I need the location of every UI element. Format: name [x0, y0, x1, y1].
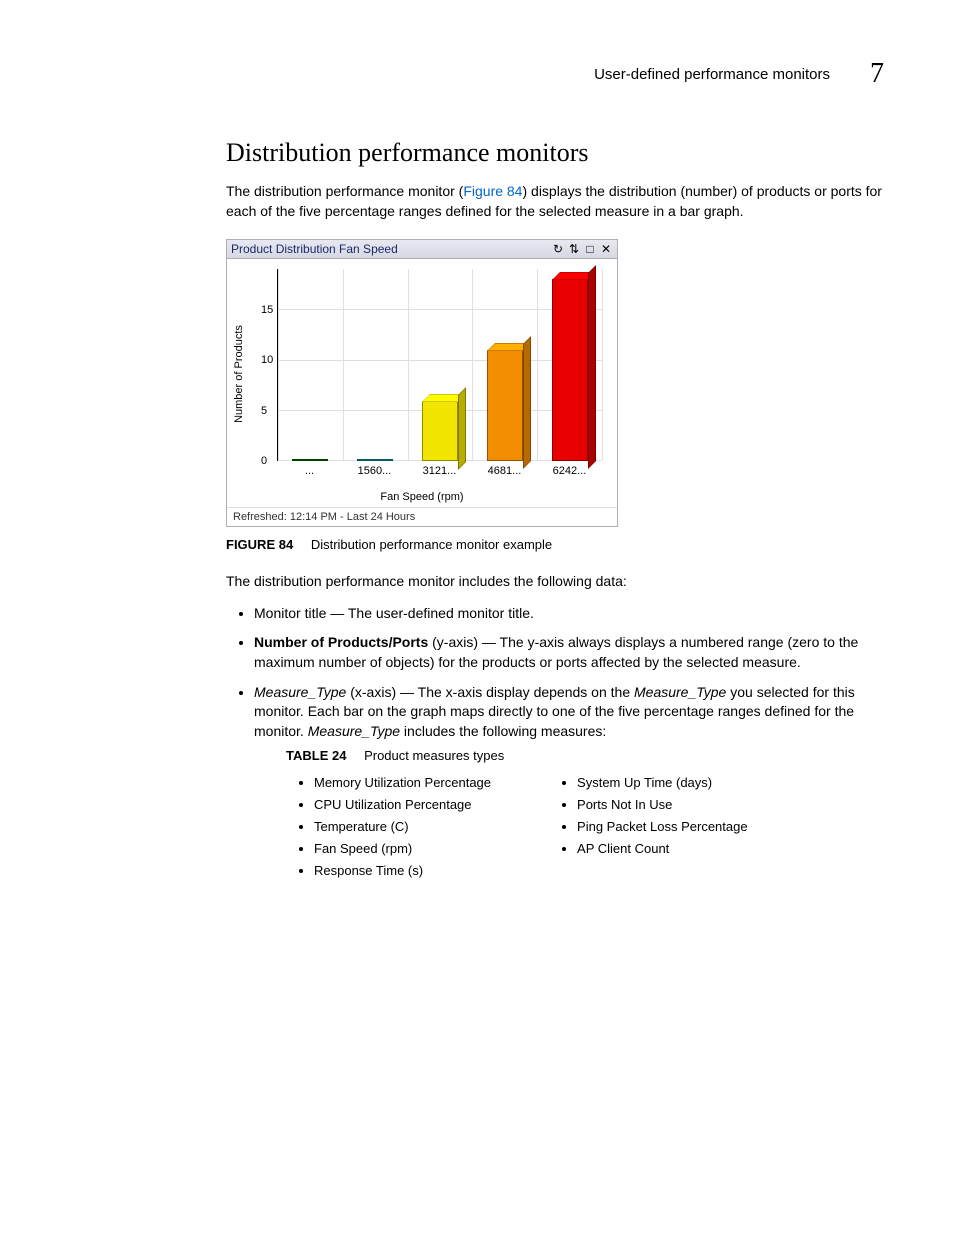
chart-ytick: 15 [261, 304, 273, 316]
list-item: Measure_Type (x-axis) — The x-axis displ… [254, 683, 884, 885]
measures-table: Memory Utilization Percentage CPU Utiliza… [288, 774, 884, 885]
chart-plot-area: Number of Products 0 5 10 15 ... 1560... 3121… [227, 259, 617, 489]
chart-ytick: 0 [261, 455, 267, 467]
updown-arrows-icon[interactable]: ⇅ [567, 242, 581, 256]
page-header: User-defined performance monitors 7 [70, 60, 884, 88]
measure-item: Ping Packet Loss Percentage [577, 818, 748, 836]
list-bold: Number of Products/Ports [254, 634, 428, 650]
table-caption-label: TABLE 24 [286, 748, 346, 763]
widget-title-text: Product Distribution Fan Speed [231, 242, 398, 256]
maximize-icon[interactable]: □ [583, 242, 597, 256]
chart-xtick: 1560... [358, 465, 392, 477]
chapter-number: 7 [870, 60, 884, 88]
widget-titlebar: Product Distribution Fan Speed ↻ ⇅ □ ✕ [227, 240, 617, 259]
measure-item: System Up Time (days) [577, 774, 748, 792]
measure-item: CPU Utilization Percentage [314, 796, 491, 814]
section-title: Distribution performance monitors [226, 138, 884, 168]
chart-ytick: 5 [261, 405, 267, 417]
list-text: includes the following measures: [400, 723, 606, 739]
chart-xtick: 3121... [423, 465, 457, 477]
list-italic: Measure_Type [254, 684, 346, 700]
chart-xtick: 6242... [553, 465, 587, 477]
table-caption: TABLE 24 Product measures types [286, 747, 884, 765]
chart-bar [487, 343, 523, 461]
figure-caption-label: FIGURE 84 [226, 537, 293, 552]
figure-84: Product Distribution Fan Speed ↻ ⇅ □ ✕ N… [226, 239, 884, 552]
measure-item: AP Client Count [577, 840, 748, 858]
chart-xtick: 4681... [488, 465, 522, 477]
measures-right-col: System Up Time (days) Ports Not In Use Pin… [551, 774, 748, 885]
chart-ytick: 10 [261, 354, 273, 366]
chart-xlabel: Fan Speed (rpm) [227, 491, 617, 503]
chart-bar [552, 272, 588, 461]
data-description-list: Monitor title — The user-defined monitor… [226, 604, 884, 885]
intro-text-pre: The distribution performance monitor ( [226, 183, 463, 199]
measures-left-col: Memory Utilization Percentage CPU Utiliza… [288, 774, 491, 885]
figure-ref-link[interactable]: Figure 84 [463, 183, 522, 199]
chart-bar [357, 459, 393, 461]
chart-bars [277, 269, 602, 461]
widget-footer: Refreshed: 12:14 PM - Last 24 Hours [227, 507, 617, 526]
measure-item: Ports Not In Use [577, 796, 748, 814]
chart-widget: Product Distribution Fan Speed ↻ ⇅ □ ✕ N… [226, 239, 618, 527]
measure-item: Fan Speed (rpm) [314, 840, 491, 858]
figure-caption-text: Distribution performance monitor example [311, 537, 552, 552]
measure-item: Response Time (s) [314, 862, 491, 880]
measure-item: Temperature (C) [314, 818, 491, 836]
refresh-icon[interactable]: ↻ [551, 242, 565, 256]
page: User-defined performance monitors 7 Dist… [0, 0, 954, 960]
figure-caption: FIGURE 84 Distribution performance monit… [226, 537, 884, 552]
list-italic: Measure_Type [634, 684, 726, 700]
chart-bar [292, 459, 328, 461]
list-text: (x-axis) — The x-axis display depends on… [346, 684, 634, 700]
list-italic: Measure_Type [308, 723, 400, 739]
intro-paragraph: The distribution performance monitor (Fi… [226, 182, 884, 221]
list-item: Number of Products/Ports (y-axis) — The … [254, 633, 884, 672]
list-text: Monitor title — The user-defined monitor… [254, 605, 534, 621]
running-header-text: User-defined performance monitors [594, 66, 830, 83]
after-figure-paragraph: The distribution performance monitor inc… [226, 572, 884, 592]
table-caption-text: Product measures types [364, 748, 504, 763]
list-item: Monitor title — The user-defined monitor… [254, 604, 884, 624]
chart-xtick: ... [305, 465, 314, 477]
measure-item: Memory Utilization Percentage [314, 774, 491, 792]
chart-bar [422, 394, 458, 462]
close-icon[interactable]: ✕ [599, 242, 613, 256]
chart-ylabel: Number of Products [233, 325, 245, 423]
content-column: Distribution performance monitors The di… [226, 138, 884, 884]
